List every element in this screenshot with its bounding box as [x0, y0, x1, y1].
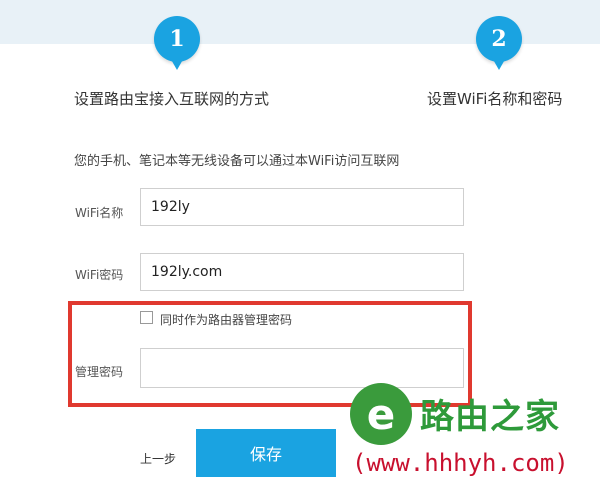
step-2-number: 2	[491, 26, 507, 52]
wifi-name-input[interactable]: 192ly	[140, 188, 464, 226]
wifi-name-value: 192ly	[151, 199, 190, 215]
step-1-label: 设置路由宝接入互联网的方式	[74, 90, 270, 108]
step-2-marker-icon: 2	[476, 16, 522, 70]
step-2-label: 设置WiFi名称和密码	[427, 90, 563, 108]
step-1-number: 1	[169, 26, 185, 52]
wifi-password-input[interactable]: 192ly.com	[140, 253, 464, 291]
save-button[interactable]: 保存	[196, 429, 336, 477]
highlight-box	[68, 301, 472, 407]
wifi-password-label: WiFi密码	[75, 268, 124, 282]
step-1-marker-icon: 1	[154, 16, 200, 70]
wifi-password-value: 192ly.com	[151, 264, 223, 280]
intro-text: 您的手机、笔记本等无线设备可以通过本WiFi访问互联网	[74, 154, 400, 169]
prev-step-link[interactable]: 上一步	[140, 450, 176, 467]
wifi-name-label: WiFi名称	[75, 206, 124, 220]
watermark-url: (www.hhhyh.com)	[352, 449, 569, 477]
